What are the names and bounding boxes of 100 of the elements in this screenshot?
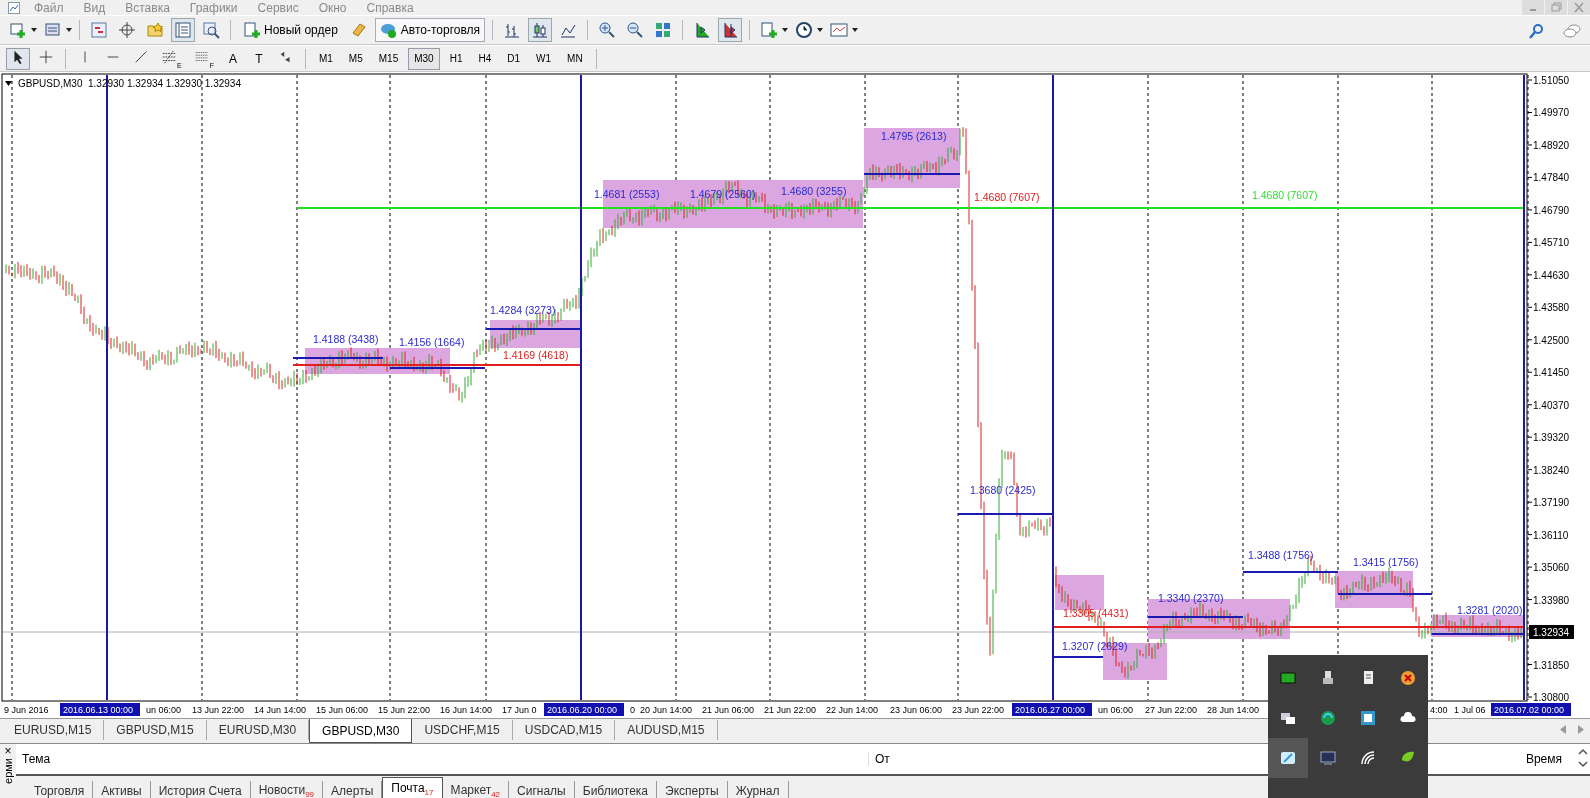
time-label: 28 Jun 14:00 — [1207, 705, 1260, 715]
time-label: un 06:00 — [1098, 705, 1134, 715]
level-label: 1.3680 (2425) — [970, 484, 1036, 496]
terminal-tab[interactable]: Сигналы — [509, 781, 575, 798]
timeframe-button[interactable]: M30 — [408, 47, 440, 70]
chart-tab[interactable]: GBPUSD,M15 — [104, 720, 207, 740]
time-label: 0 — [630, 705, 635, 715]
timeframe-button[interactable]: W1 — [530, 47, 558, 70]
chart-tab[interactable]: EURUSD,M15 — [2, 720, 105, 740]
time-label: 20 Jun 14:00 — [640, 705, 693, 715]
timeframe-button[interactable]: D1 — [501, 47, 527, 70]
price-tick: 1.41450 — [1533, 367, 1570, 379]
time-label: 21 Jun 06:00 — [702, 705, 755, 715]
price-tick: 1.36110 — [1533, 529, 1569, 541]
timeframe-button[interactable]: M5 — [342, 47, 369, 70]
timeframe-button[interactable]: M1 — [312, 47, 339, 70]
level-line — [1052, 656, 1104, 658]
price-tick: 1.44630 — [1533, 269, 1570, 281]
column-header[interactable]: Время — [1525, 752, 1590, 766]
cursor-tool[interactable] — [6, 47, 30, 70]
time-label: 16 Jun 14:00 — [440, 705, 493, 715]
price-tick: 1.35060 — [1533, 562, 1570, 574]
terminal-tab[interactable]: Новости$_{99}$ — [250, 781, 324, 798]
candlestick-icon[interactable] — [528, 18, 553, 42]
terminal-tab[interactable]: Библиотека — [574, 781, 657, 798]
terminal-tab[interactable]: История Счета — [150, 781, 251, 798]
caret-icon[interactable] — [852, 28, 859, 32]
time-label: 17 Jun 0 — [502, 705, 537, 715]
monitor-icon[interactable] — [1318, 748, 1338, 768]
timeframe-button[interactable]: M15 — [372, 47, 405, 70]
level-label: 1.3488 (1756) — [1248, 549, 1314, 561]
price-tick: 1.37190 — [1533, 497, 1570, 509]
price-tick: 1.30800 — [1533, 692, 1570, 703]
level-label: 1.4681 (2553) — [594, 188, 660, 200]
caret-icon[interactable] — [817, 28, 824, 32]
timeframe-button[interactable]: MN — [561, 47, 589, 70]
autotrading-button[interactable]: Авто-торговля — [374, 18, 486, 42]
chart-tab[interactable]: GBPUSD,M30 — [309, 719, 413, 743]
timeframe-button[interactable]: H1 — [443, 47, 469, 70]
chart-tab[interactable]: AUDUSD,M15 — [615, 720, 718, 740]
dropdown-triangle-icon[interactable] — [5, 81, 12, 86]
panel-title: ерми — [2, 758, 14, 784]
price-tick: 1.38240 — [1533, 464, 1570, 476]
timeframe-button[interactable]: H4 — [472, 47, 498, 70]
time-label: 27 Jun 22:00 — [1145, 705, 1198, 715]
scroll-arrows-icon[interactable] — [1578, 746, 1588, 770]
caret-icon[interactable] — [782, 28, 789, 32]
time-label: 23 Jun 06:00 — [890, 705, 943, 715]
terminal-tab[interactable]: Маркет$_{42}$ — [442, 781, 510, 798]
current-price-marker: 1.32934 — [1529, 625, 1574, 639]
terminal-tab[interactable]: Почта$_{17}$ — [382, 777, 443, 798]
label-tool[interactable]: T — [247, 47, 270, 70]
terminal-tab[interactable]: Активы — [93, 781, 151, 798]
level-label: 1.3415 (1756) — [1353, 556, 1419, 568]
price-tick: 1.51050 — [1533, 75, 1570, 86]
price-tick: 1.43580 — [1533, 302, 1570, 314]
level-label: 1.4679 (2560) — [690, 188, 756, 200]
level-label: 1.4284 (3273) — [490, 304, 556, 316]
price-tick: 1.31850 — [1533, 659, 1570, 671]
price-tick: 1.45710 — [1533, 237, 1570, 249]
time-marker: 2016.06.27 00:00 — [1012, 703, 1092, 716]
caret-icon[interactable] — [66, 28, 72, 32]
level-label: 1.3281 (2020) — [1457, 604, 1523, 616]
caret-icon[interactable] — [31, 28, 37, 32]
column-header[interactable]: Тема — [16, 752, 868, 766]
price-tick: 1.40370 — [1533, 399, 1570, 411]
chart-tab[interactable]: USDCHF,M15 — [412, 720, 513, 740]
level-label: 1.4680 (7607) — [1252, 189, 1318, 201]
scroll-right-icon[interactable] — [1578, 725, 1584, 734]
document-plus-icon[interactable] — [243, 21, 261, 39]
terminal-tab[interactable]: Торговля — [26, 781, 94, 798]
time-marker: 2016.07.02 00:00 — [1491, 703, 1571, 716]
time-label: 13 Jun 22:00 — [192, 705, 245, 715]
chart-tab[interactable]: USDCAD,M15 — [512, 720, 616, 740]
time-label: 21 Jun 22:00 — [764, 705, 817, 715]
text-tool[interactable]: A — [221, 47, 244, 70]
new-order-button[interactable]: Новый ордер — [238, 18, 343, 42]
close-panel-button[interactable]: × — [4, 744, 12, 758]
price-tick: 1.42500 — [1533, 334, 1570, 346]
trendline-icon[interactable] — [133, 49, 149, 65]
terminal-tab[interactable]: Эксперты — [657, 781, 728, 798]
time-label: 23 Jun 22:00 — [952, 705, 1005, 715]
time-marker: 2016.06.20 00:00 — [544, 703, 624, 716]
time-label: 22 Jun 14:00 — [826, 705, 879, 715]
time-label: 1 Jul 06 — [1454, 705, 1486, 715]
scroll-left-icon[interactable] — [1560, 725, 1566, 734]
time-label: un 06:00 — [146, 705, 182, 715]
time-marker: 2016.06.13 00:00 — [60, 703, 140, 716]
terminal-tab[interactable]: Журнал — [727, 781, 789, 798]
time-label: 15 Jun 22:00 — [378, 705, 431, 715]
crosshair-icon[interactable] — [38, 49, 54, 65]
level-label: 1.3305 (4431) — [1063, 607, 1129, 619]
price-tick: 1.39320 — [1533, 432, 1570, 444]
level-label: 1.3207 (2629) — [1062, 640, 1128, 652]
autoscroll-icon[interactable] — [718, 18, 743, 42]
level-label: 1.4795 (2613) — [881, 130, 947, 142]
price-tick: 1.33980 — [1533, 594, 1570, 606]
window-list-icon[interactable] — [171, 18, 195, 42]
time-label: 15 Jun 06:00 — [316, 705, 369, 715]
app-icon[interactable] — [8, 1, 20, 14]
